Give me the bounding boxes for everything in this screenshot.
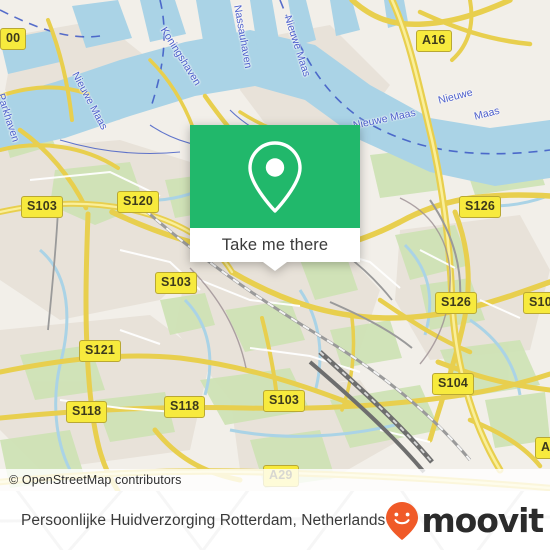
road-shield-s103-s: S103 [263,390,305,412]
road-shield-s105: S105 [523,292,550,314]
callout-header [190,125,360,228]
road-shield-s100: 00 [0,28,27,50]
footer-bar: Persoonlijke Huidverzorging Rotterdam, N… [0,491,550,550]
take-me-there-label: Take me there [221,235,329,254]
road-shield-s126-ne: S126 [459,196,501,218]
moovit-smiley-pin-icon [386,501,419,540]
attribution-text: © OpenStreetMap contributors [9,473,182,487]
moovit-wordmark: moovit [421,501,544,540]
moovit-map-screenshot: Parkhaven Nieuwe Maas Koningshaven Nassauha… [0,0,550,550]
location-pin-icon [248,140,302,213]
road-shield-s118-sw: S118 [66,401,108,423]
road-shield-s118-s: S118 [164,396,206,418]
road-shield-s120: S120 [117,191,159,213]
page-title: Persoonlijke Huidverzorging Rotterdam, N… [21,511,386,529]
moovit-logo[interactable]: moovit [385,501,550,541]
map-attribution: © OpenStreetMap contributors [0,469,550,491]
road-shield-s103-nw: S103 [21,196,63,218]
road-shield-a15: A1 [535,437,550,459]
take-me-there-button[interactable]: Take me there [190,228,360,262]
road-shield-s104: S104 [432,373,474,395]
road-shield-a16: A16 [416,30,452,52]
road-shield-s121: S121 [79,340,121,362]
road-shield-s103-mid: S103 [155,272,197,294]
road-shield-s126-e: S126 [435,292,477,314]
callout-pointer [263,262,287,271]
location-callout-card[interactable]: Take me there [190,125,360,271]
